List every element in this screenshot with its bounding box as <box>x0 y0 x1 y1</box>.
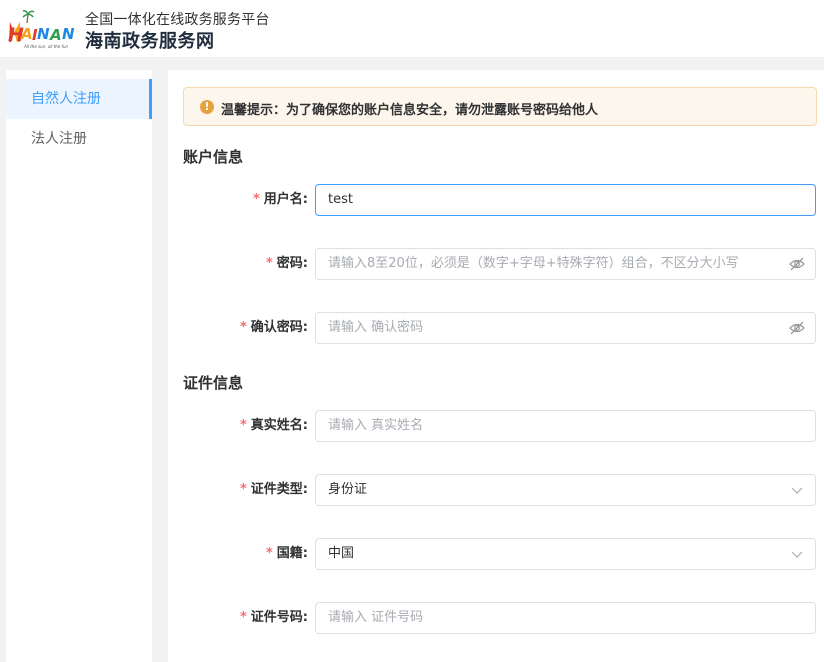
required-mark: * <box>239 418 247 433</box>
password-input[interactable]: 请输入8至20位，必须是（数字+字母+特殊字符）组合，不区分大小写 <box>315 248 816 280</box>
section-title-account: 账户信息 <box>183 148 244 166</box>
site-title: 海南政务服务网 <box>85 31 215 52</box>
real-name-label: * 真实姓名: <box>239 418 308 433</box>
cert-type-select[interactable]: 身份证 <box>315 474 816 506</box>
required-mark: * <box>265 546 273 561</box>
svg-text:N: N <box>37 25 50 43</box>
cert-type-label: * 证件类型: <box>239 482 308 497</box>
required-mark: * <box>239 482 247 497</box>
warning-icon: ! <box>200 100 214 114</box>
password-label: * 密码: <box>265 256 308 271</box>
svg-text:All the sun, all the fun: All the sun, all the fun <box>23 44 68 49</box>
nationality-value: 中国 <box>328 546 355 561</box>
confirm-password-placeholder: 请输入 确认密码 <box>328 320 424 335</box>
required-mark: * <box>265 256 273 271</box>
nationality-select[interactable]: 中国 <box>315 538 816 570</box>
username-label: * 用户名: <box>252 192 308 207</box>
svg-text:A: A <box>20 25 33 43</box>
registration-panel: ! 温馨提示：为了确保您的账户信息安全，请勿泄露账号密码给他人 账户信息 * 用户… <box>168 70 824 662</box>
cert-number-label: * 证件号码: <box>239 610 308 625</box>
required-mark: * <box>239 610 247 625</box>
confirm-password-label: * 确认密码: <box>239 320 308 335</box>
real-name-placeholder: 请输入 真实姓名 <box>328 418 424 433</box>
nationality-label: * 国籍: <box>265 546 308 561</box>
required-mark: * <box>239 320 247 335</box>
chevron-down-icon <box>791 487 803 494</box>
username-input[interactable]: test <box>315 184 816 216</box>
alert-text: 温馨提示：为了确保您的账户信息安全，请勿泄露账号密码给他人 <box>221 103 599 118</box>
cert-number-placeholder: 请输入 证件号码 <box>328 610 424 625</box>
real-name-input[interactable]: 请输入 真实姓名 <box>315 410 816 442</box>
section-title-certificate: 证件信息 <box>183 374 244 392</box>
page-header: H A I N A N All the sun, all the fun 全国一… <box>0 0 824 57</box>
chevron-down-icon <box>791 551 803 558</box>
required-mark: * <box>252 192 260 207</box>
security-alert: ! 温馨提示：为了确保您的账户信息安全，请勿泄露账号密码给他人 <box>183 87 817 126</box>
hainan-logo[interactable]: H A I N A N All the sun, all the fun <box>6 8 78 50</box>
platform-subtitle: 全国一体化在线政务服务平台 <box>85 12 270 28</box>
sidebar: 自然人注册 法人注册 <box>6 70 152 662</box>
sidebar-item-legal-person[interactable]: 法人注册 <box>6 119 152 159</box>
confirm-password-input[interactable]: 请输入 确认密码 <box>315 312 816 344</box>
svg-text:N: N <box>62 25 75 43</box>
cert-type-value: 身份证 <box>328 482 368 497</box>
eye-off-icon[interactable] <box>789 321 805 335</box>
password-placeholder: 请输入8至20位，必须是（数字+字母+特殊字符）组合，不区分大小写 <box>328 256 739 271</box>
eye-off-icon[interactable] <box>789 257 805 271</box>
cert-number-input[interactable]: 请输入 证件号码 <box>315 602 816 634</box>
svg-text:A: A <box>49 26 62 44</box>
sidebar-item-natural-person[interactable]: 自然人注册 <box>6 79 152 119</box>
